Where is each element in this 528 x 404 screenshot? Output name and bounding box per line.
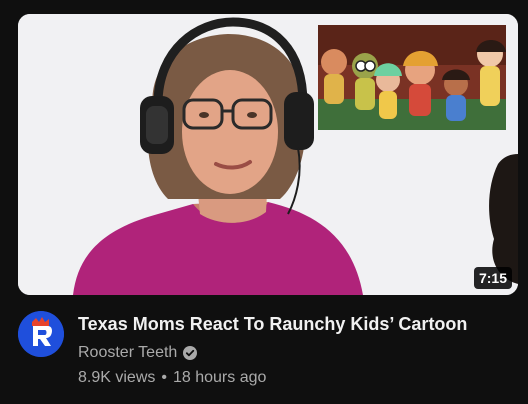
duration-badge: 7:15 [473,267,512,289]
channel-name[interactable]: Rooster Teeth [78,343,177,363]
channel-avatar[interactable] [18,311,64,357]
thumbnail-image [18,14,518,295]
upload-age: 18 hours ago [172,369,267,386]
video-title[interactable]: Texas Moms React To Raunchy Kids’ Cartoo… [78,311,518,337]
video-details: Texas Moms React To Raunchy Kids’ Cartoo… [18,311,518,397]
cartoon-inset [318,25,506,130]
video-thumbnail[interactable]: 7:15 [18,14,518,295]
verified-check-icon [183,346,198,360]
channel-row: Rooster Teeth [78,343,518,363]
video-stats: 8.9K views • 18 hours ago [78,368,518,388]
separator-dot: • [161,369,167,386]
view-count: 8.9K views [78,369,156,386]
rooster-teeth-logo-icon [18,311,64,357]
video-card[interactable]: 7:15 Texas Moms React To Raunchy Kids’ C… [0,0,528,404]
video-meta: Texas Moms React To Raunchy Kids’ Cartoo… [78,311,518,388]
